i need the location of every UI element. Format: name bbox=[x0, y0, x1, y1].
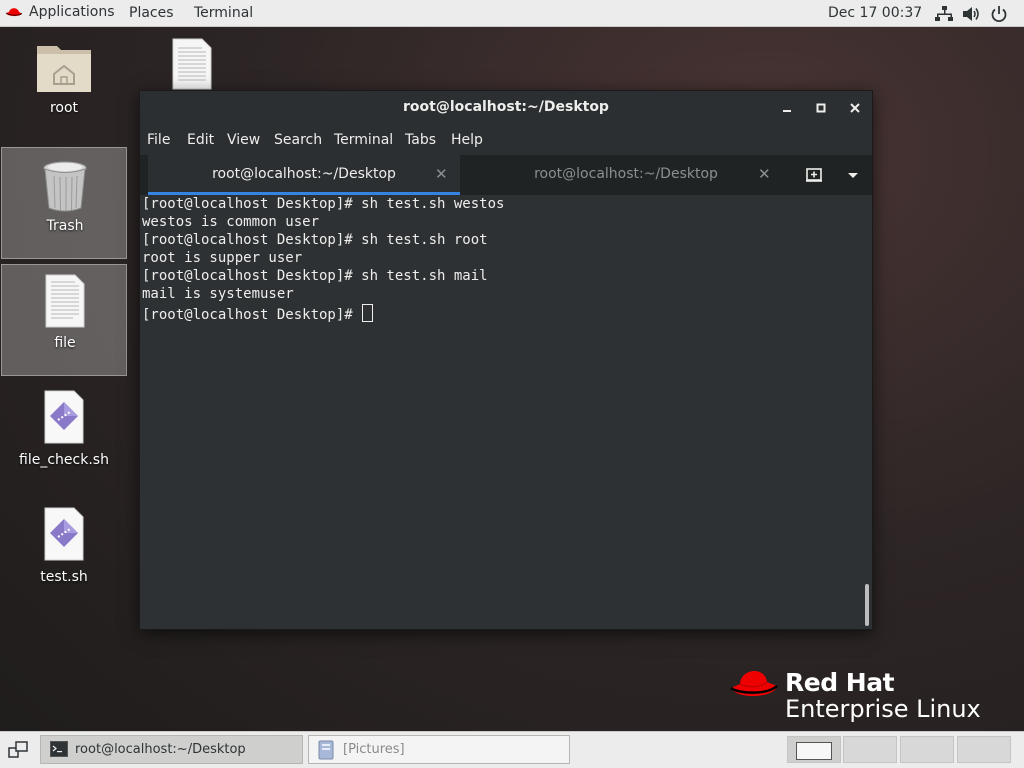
menu-terminal[interactable]: Terminal bbox=[334, 132, 393, 148]
close-icon[interactable] bbox=[847, 99, 865, 117]
volume-icon[interactable] bbox=[962, 5, 980, 23]
desktop-icon-label: test.sh bbox=[40, 569, 88, 585]
tab-1[interactable]: root@localhost:~/Desktop ✕ bbox=[148, 155, 460, 195]
workspace-1[interactable] bbox=[787, 736, 841, 763]
terminal-line: westos is common user bbox=[142, 214, 320, 230]
tab-label: root@localhost:~/Desktop bbox=[534, 166, 718, 182]
menu-edit[interactable]: Edit bbox=[187, 132, 214, 148]
terminal-line: [root@localhost Desktop]# sh test.sh roo… bbox=[142, 232, 488, 248]
menu-view[interactable]: View bbox=[227, 132, 260, 148]
scrollbar-thumb[interactable] bbox=[865, 584, 869, 626]
document-icon[interactable] bbox=[172, 38, 212, 90]
menu-help[interactable]: Help bbox=[451, 132, 483, 148]
terminal-prompt: [root@localhost Desktop]# bbox=[142, 307, 362, 323]
taskbar-item-pictures[interactable]: [Pictures] bbox=[308, 735, 570, 764]
text-file-icon bbox=[45, 274, 85, 328]
workspace-preview bbox=[796, 742, 832, 760]
tab-bar: root@localhost:~/Desktop ✕ root@localhos… bbox=[140, 155, 872, 195]
desktop-icon-test-sh[interactable]: test.sh bbox=[1, 501, 127, 591]
trash-icon bbox=[43, 161, 87, 212]
terminal-scrollbar[interactable] bbox=[862, 195, 872, 629]
terminal-line: mail is systemuser bbox=[142, 286, 294, 302]
redhat-logo-icon bbox=[5, 8, 23, 17]
minimize-icon[interactable] bbox=[779, 99, 797, 117]
workspace-2[interactable] bbox=[843, 736, 897, 763]
window-titlebar[interactable]: root@localhost:~/Desktop bbox=[140, 91, 872, 125]
menu-bar: File Edit View Search Terminal Tabs Help bbox=[140, 125, 872, 155]
maximize-icon[interactable] bbox=[813, 99, 831, 117]
desktop-icon-label: file bbox=[54, 335, 76, 351]
power-icon[interactable] bbox=[990, 5, 1008, 23]
tab-close-icon[interactable]: ✕ bbox=[435, 165, 448, 183]
desktop-icon-file[interactable]: file bbox=[1, 264, 127, 376]
desktop-icon-label: file_check.sh bbox=[19, 452, 109, 468]
workspace-4[interactable] bbox=[957, 736, 1011, 763]
taskbar-item-label: [Pictures] bbox=[343, 742, 405, 757]
new-tab-icon[interactable] bbox=[804, 165, 824, 185]
brand-line-1: Red Hat bbox=[785, 668, 895, 697]
tab-close-icon[interactable]: ✕ bbox=[758, 165, 771, 183]
clock[interactable]: Dec 17 00:37 bbox=[828, 5, 922, 21]
desktop-icon-label: Trash bbox=[46, 218, 84, 234]
file-manager-icon bbox=[318, 740, 334, 760]
bottom-taskbar: root@localhost:~/Desktop [Pictures] bbox=[0, 731, 1024, 768]
taskbar-item-label: root@localhost:~/Desktop bbox=[75, 742, 246, 757]
terminal-icon bbox=[50, 741, 68, 757]
terminal-cursor bbox=[362, 304, 374, 322]
workspace-3[interactable] bbox=[900, 736, 954, 763]
terminal-window[interactable]: root@localhost:~/Desktop File Edit View … bbox=[139, 90, 873, 630]
terminal-output[interactable]: [root@localhost Desktop]# sh test.sh wes… bbox=[140, 195, 862, 629]
terminal-line: [root@localhost Desktop]# sh test.sh mai… bbox=[142, 268, 488, 284]
terminal-line: [root@localhost Desktop]# sh test.sh wes… bbox=[142, 196, 505, 212]
terminal-line: root is supper user bbox=[142, 250, 303, 266]
chevron-down-icon[interactable] bbox=[843, 165, 863, 185]
network-icon[interactable] bbox=[935, 5, 953, 23]
desktop-icon-file-check-sh[interactable]: file_check.sh bbox=[1, 384, 127, 474]
applications-menu[interactable]: Applications bbox=[5, 4, 115, 20]
script-file-icon bbox=[44, 390, 84, 444]
desktop-icon-trash[interactable]: Trash bbox=[1, 147, 127, 259]
menu-file[interactable]: File bbox=[147, 132, 170, 148]
top-bar: Applications Places Terminal Dec 17 00:3… bbox=[0, 0, 1024, 27]
menu-search[interactable]: Search bbox=[274, 132, 322, 148]
menu-tabs[interactable]: Tabs bbox=[405, 132, 436, 148]
places-menu[interactable]: Places bbox=[129, 5, 174, 21]
script-file-icon bbox=[44, 507, 84, 561]
home-folder-icon bbox=[37, 46, 91, 92]
window-title: root@localhost:~/Desktop bbox=[403, 99, 609, 115]
desktop-icon-root[interactable]: root bbox=[1, 36, 127, 122]
tab-label: root@localhost:~/Desktop bbox=[212, 166, 396, 182]
redhat-logo-icon bbox=[730, 670, 778, 697]
terminal-app-menu[interactable]: Terminal bbox=[194, 5, 253, 21]
terminal-prompt-line: [root@localhost Desktop]# bbox=[142, 304, 374, 323]
brand-line-2: Enterprise Linux bbox=[785, 695, 981, 723]
tab-2[interactable]: root@localhost:~/Desktop ✕ bbox=[462, 155, 774, 195]
applications-label: Applications bbox=[29, 4, 115, 20]
taskbar-item-terminal[interactable]: root@localhost:~/Desktop bbox=[40, 735, 303, 764]
desktop-icon-label: root bbox=[49, 100, 79, 116]
show-desktop-icon[interactable] bbox=[8, 741, 28, 759]
